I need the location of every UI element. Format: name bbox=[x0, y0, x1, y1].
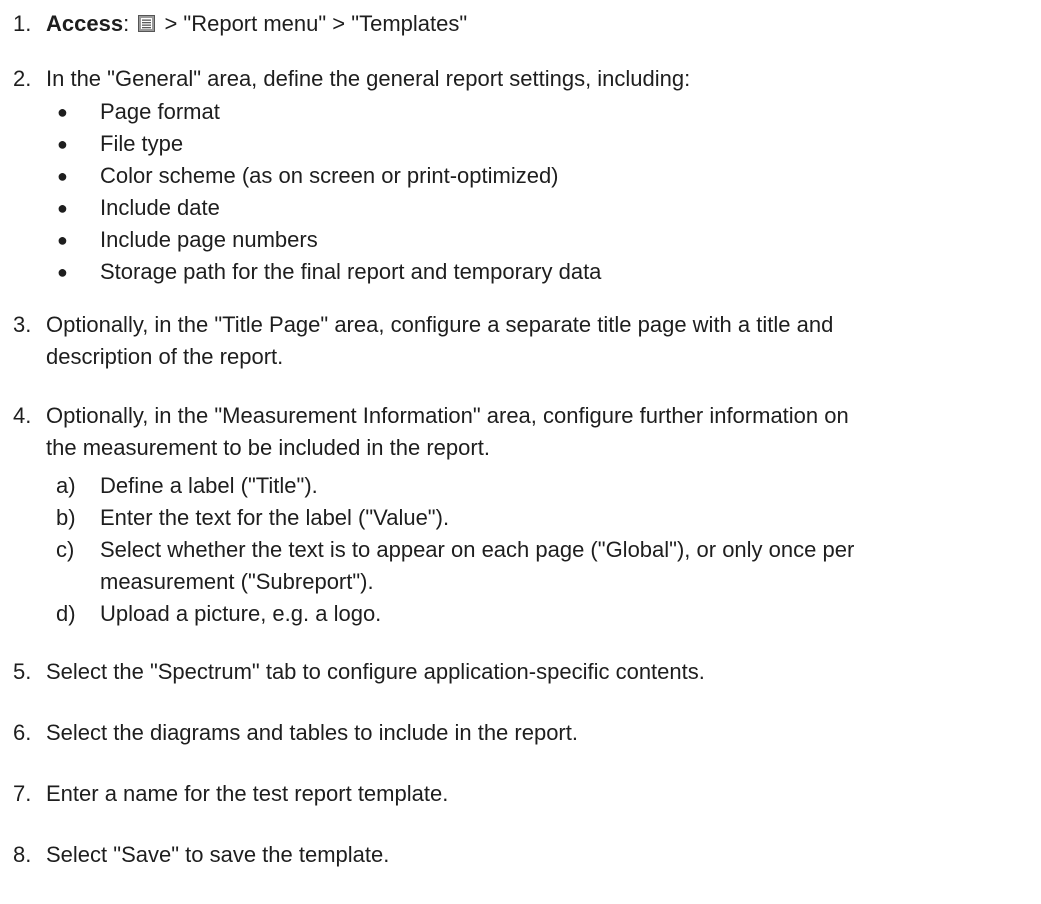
step-text: Enter a name for the test report templat… bbox=[46, 781, 449, 806]
step-text: Optionally, in the "Measurement Informat… bbox=[46, 403, 849, 460]
access-label: Access bbox=[46, 11, 124, 36]
step-text: In the "General" area, define the genera… bbox=[46, 66, 691, 91]
substep-b: b) Enter the text for the label ("Value"… bbox=[56, 505, 450, 530]
substep-c: c) Select whether the text is to appear … bbox=[56, 537, 855, 594]
bullet-icon: ● bbox=[57, 102, 68, 122]
list-item: ● Color scheme (as on screen or print-op… bbox=[46, 160, 1006, 192]
step-text: Select the diagrams and tables to includ… bbox=[46, 720, 578, 745]
step-body: Access: > "Report menu" > "Templates" bbox=[46, 8, 1031, 40]
list-item: ● Storage path for the final report and … bbox=[46, 256, 1006, 288]
access-colon: : bbox=[123, 11, 130, 36]
substep-a: a) Define a label ("Title"). bbox=[56, 473, 318, 498]
bullet-icon: ● bbox=[57, 262, 68, 282]
procedure-page: 1. Access: > "Report menu" > "Templates"… bbox=[0, 0, 1041, 904]
list-item: ● Include date bbox=[46, 192, 1006, 224]
bullet-list: ● Page format ● File type ● Color scheme… bbox=[46, 96, 1006, 288]
bullet-icon: ● bbox=[57, 166, 68, 186]
substep-d: d) Upload a picture, e.g. a logo. bbox=[56, 601, 382, 626]
bullet-icon: ● bbox=[57, 230, 68, 250]
step-text: Optionally, in the "Title Page" area, co… bbox=[46, 312, 834, 369]
report-menu-icon bbox=[138, 15, 156, 32]
bullet-icon: ● bbox=[57, 198, 68, 218]
list-item: ● Include page numbers bbox=[46, 224, 1006, 256]
step-text: Select "Save" to save the template. bbox=[46, 842, 390, 867]
step-text: Select the "Spectrum" tab to configure a… bbox=[46, 659, 705, 684]
list-item: ● File type bbox=[46, 128, 1006, 160]
bullet-icon: ● bbox=[57, 134, 68, 154]
access-path: > "Report menu" > "Templates" bbox=[158, 11, 468, 36]
list-item: ● Page format bbox=[46, 96, 1006, 128]
substep-list: a) Define a label ("Title"). b) Enter th… bbox=[46, 470, 1031, 630]
